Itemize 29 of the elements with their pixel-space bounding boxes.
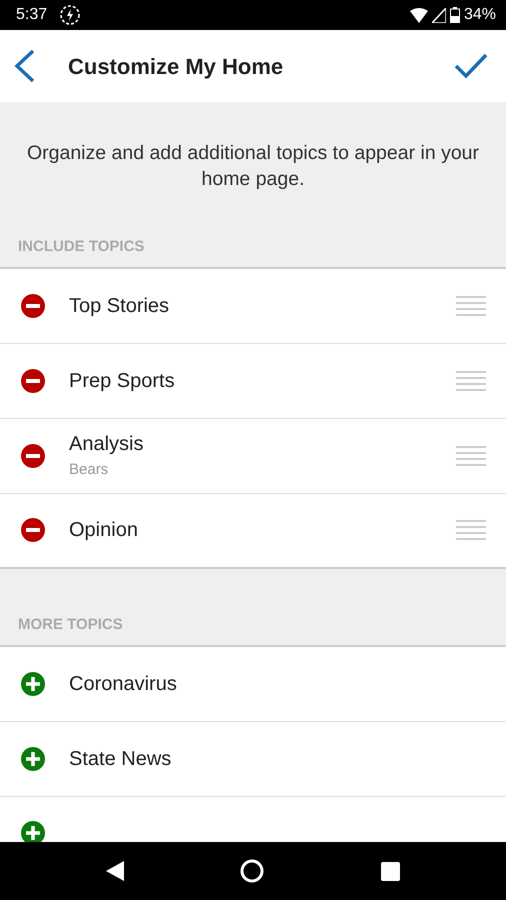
clock: 5:37 [16,5,48,25]
topic-title: Prep Sports [69,368,176,394]
home-nav-icon[interactable] [240,859,264,883]
drag-handle-icon[interactable] [456,296,486,316]
data-saver-icon [59,4,82,26]
remove-icon[interactable] [20,292,46,319]
drag-handle-icon[interactable] [456,370,486,391]
topic-title: Top Stories [69,294,170,319]
battery-level: 34% [464,5,496,25]
add-icon[interactable] [20,746,46,772]
drag-handle-icon[interactable] [456,520,486,540]
wifi-icon [410,8,428,22]
back-nav-icon[interactable] [106,861,124,881]
screen-title: Customize My Home [68,52,284,81]
confirm-button[interactable] [454,53,488,79]
topic-title: Analysis [69,432,144,458]
battery-icon [450,7,460,23]
drag-handle-icon[interactable] [456,446,486,466]
topic-subtitle: Bears [69,460,110,480]
topic-title: Coronavirus [69,672,178,697]
topic-title: Opinion [69,518,139,544]
intro-text: Organize and add additional topics to appear in your home page. [26,141,480,192]
signal-icon [432,8,446,22]
remove-icon[interactable] [20,368,46,394]
remove-icon[interactable] [20,517,46,544]
add-icon[interactable] [20,670,46,697]
remove-icon[interactable] [20,442,46,469]
recents-nav-icon[interactable] [380,862,400,880]
topic-title: State News [69,746,172,772]
